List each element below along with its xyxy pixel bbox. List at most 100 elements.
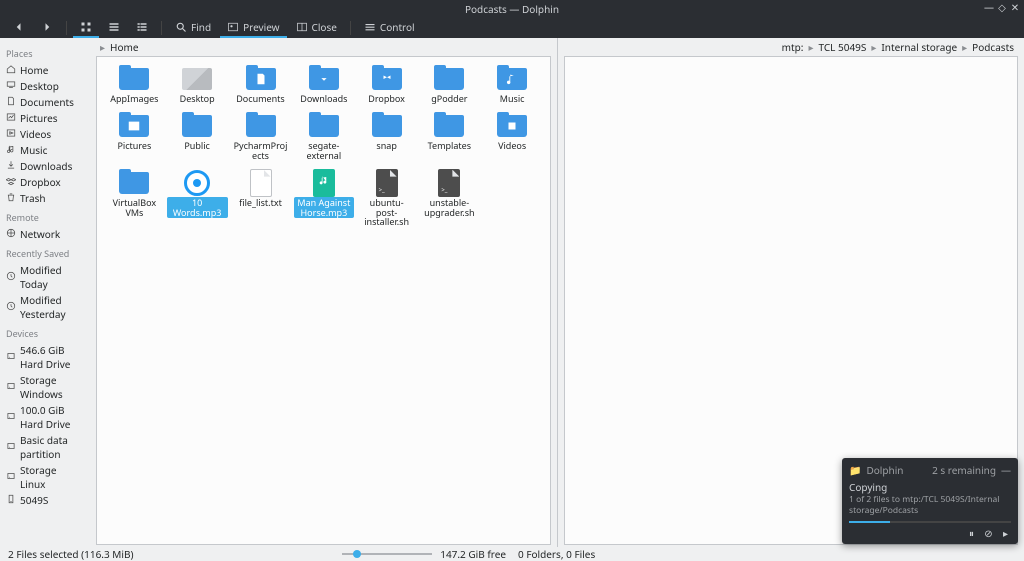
window-maximize-icon[interactable]: ◇ xyxy=(997,2,1007,12)
sidebar-item-546-6-gib-hard-drive[interactable]: 546.6 GiB Hard Drive xyxy=(6,342,84,372)
downloads-icon xyxy=(6,159,16,173)
file-item[interactable]: AppImages xyxy=(103,63,166,108)
zoom-slider[interactable] xyxy=(342,553,432,555)
window-minimize-icon[interactable]: — xyxy=(984,2,994,12)
view-details-button[interactable] xyxy=(129,18,155,38)
sidebar-item-music[interactable]: Music xyxy=(6,142,84,158)
file-item[interactable]: VirtualBox VMs xyxy=(103,167,166,232)
sidebar-item-label: Home xyxy=(20,63,48,77)
sidebar-item-storage-windows[interactable]: Storage Windows xyxy=(6,372,84,402)
copy-notification: 📁 Dolphin 2 s remaining — Copying 1 of 2… xyxy=(842,458,1018,544)
breadcrumb-segment[interactable]: Podcasts xyxy=(972,40,1014,54)
sidebar-item-5049s[interactable]: 5049S xyxy=(6,492,84,508)
file-label: segate-external xyxy=(294,140,355,162)
file-item[interactable]: >_ unstable-upgrader.sh xyxy=(418,167,481,232)
file-item[interactable]: Public xyxy=(166,110,229,165)
file-item[interactable]: Man Against Horse.mp3 xyxy=(293,167,356,232)
breadcrumb-segment[interactable]: Internal storage xyxy=(881,40,957,54)
preview-button[interactable]: Preview xyxy=(220,18,286,38)
file-item[interactable]: >_ ubuntu-post-installer.sh xyxy=(355,167,418,232)
sidebar-item-basic-data-partition[interactable]: Basic data partition xyxy=(6,432,84,462)
remote-header: Remote xyxy=(6,211,84,224)
app-icon: 📁 xyxy=(849,463,861,477)
right-status-text: 0 Folders, 0 Files xyxy=(518,547,595,561)
view-compact-button[interactable] xyxy=(101,18,127,38)
drive-icon xyxy=(6,380,16,394)
breadcrumb-segment[interactable]: mtp: xyxy=(782,40,804,54)
file-label: Documents xyxy=(233,93,288,105)
sidebar-item-desktop[interactable]: Desktop xyxy=(6,78,84,94)
sidebar-item-trash[interactable]: Trash xyxy=(6,190,84,206)
file-item[interactable]: segate-external xyxy=(293,110,356,165)
notif-detail: 1 of 2 files to mtp:/TCL 5049S/Internal … xyxy=(849,494,1011,516)
separator xyxy=(161,21,162,35)
right-breadcrumb[interactable]: mtp:▸TCL 5049S▸Internal storage▸Podcasts xyxy=(558,38,1024,56)
breadcrumb-segment[interactable]: Home xyxy=(110,40,138,54)
sidebar-item-network[interactable]: Network xyxy=(6,226,84,242)
file-label: unstable-upgrader.sh xyxy=(419,197,480,219)
file-label: Music xyxy=(497,93,528,105)
control-label: Control xyxy=(380,20,415,34)
file-item[interactable]: Downloads xyxy=(293,63,356,108)
sidebar-item-videos[interactable]: Videos xyxy=(6,126,84,142)
pictures-icon xyxy=(6,111,16,125)
sidebar-item-label: Basic data partition xyxy=(20,433,84,461)
sh-icon: >_ xyxy=(433,170,465,196)
file-item[interactable]: snap xyxy=(355,110,418,165)
audio-icon xyxy=(308,170,340,196)
view-icons-button[interactable] xyxy=(73,18,99,38)
file-item[interactable]: Templates xyxy=(418,110,481,165)
collapse-icon[interactable]: — xyxy=(1001,463,1011,477)
pause-icon[interactable]: ⏸ xyxy=(966,527,977,538)
file-item[interactable]: Music xyxy=(481,63,544,108)
close-split-button[interactable]: Close xyxy=(289,18,344,38)
next-icon[interactable]: ▸ xyxy=(1000,527,1011,538)
file-item[interactable]: gPodder xyxy=(418,63,481,108)
file-label: 10 Words.mp3 xyxy=(167,197,228,219)
sidebar-item-pictures[interactable]: Pictures xyxy=(6,110,84,126)
sidebar-item-label: Dropbox xyxy=(20,175,61,189)
sidebar-item-home[interactable]: Home xyxy=(6,62,84,78)
forward-button[interactable] xyxy=(34,18,60,38)
file-label: gPodder xyxy=(428,93,470,105)
left-breadcrumb[interactable]: ▸ Home xyxy=(90,38,557,56)
thumb-icon xyxy=(181,66,213,92)
stop-icon[interactable]: ⊘ xyxy=(983,527,994,538)
sidebar-item-100-0-gib-hard-drive[interactable]: 100.0 GiB Hard Drive xyxy=(6,402,84,432)
sidebar-item-label: Trash xyxy=(20,191,46,205)
home-icon xyxy=(6,63,16,77)
window-title: Podcasts — Dolphin xyxy=(465,2,559,16)
breadcrumb-segment[interactable]: TCL 5049S xyxy=(818,40,866,54)
file-label: ubuntu-post-installer.sh xyxy=(356,197,417,229)
file-item[interactable]: Desktop xyxy=(166,63,229,108)
chevron-right-icon: ▸ xyxy=(100,40,105,54)
file-item[interactable]: 10 Words.mp3 xyxy=(166,167,229,232)
control-menu-button[interactable]: Control xyxy=(357,18,422,38)
folder-icon xyxy=(181,113,213,139)
sidebar-item-label: 546.6 GiB Hard Drive xyxy=(20,343,84,371)
sidebar-item-storage-linux[interactable]: Storage Linux xyxy=(6,462,84,492)
find-label: Find xyxy=(191,20,211,34)
file-item[interactable]: Videos xyxy=(481,110,544,165)
back-button[interactable] xyxy=(6,18,32,38)
file-item[interactable]: Dropbox xyxy=(355,63,418,108)
file-item[interactable]: Documents xyxy=(229,63,293,108)
sidebar-item-dropbox[interactable]: Dropbox xyxy=(6,174,84,190)
folder-db-icon xyxy=(371,66,403,92)
sidebar-item-label: Modified Yesterday xyxy=(20,293,84,321)
drive-icon xyxy=(6,440,16,454)
file-label: Public xyxy=(181,140,213,152)
left-file-view[interactable]: AppImages Desktop Documents Downloads Dr… xyxy=(96,56,551,545)
sidebar-item-modified-today[interactable]: Modified Today xyxy=(6,262,84,292)
notif-remaining: 2 s remaining xyxy=(932,463,996,477)
folder-icon xyxy=(118,170,150,196)
file-item[interactable]: Pictures xyxy=(103,110,166,165)
clock-icon xyxy=(6,270,16,284)
sidebar-item-documents[interactable]: Documents xyxy=(6,94,84,110)
find-button[interactable]: Find xyxy=(168,18,218,38)
sidebar-item-modified-yesterday[interactable]: Modified Yesterday xyxy=(6,292,84,322)
sidebar-item-downloads[interactable]: Downloads xyxy=(6,158,84,174)
file-item[interactable]: PycharmProjects xyxy=(229,110,293,165)
file-item[interactable]: file_list.txt xyxy=(229,167,293,232)
window-close-icon[interactable]: ✕ xyxy=(1010,2,1020,12)
